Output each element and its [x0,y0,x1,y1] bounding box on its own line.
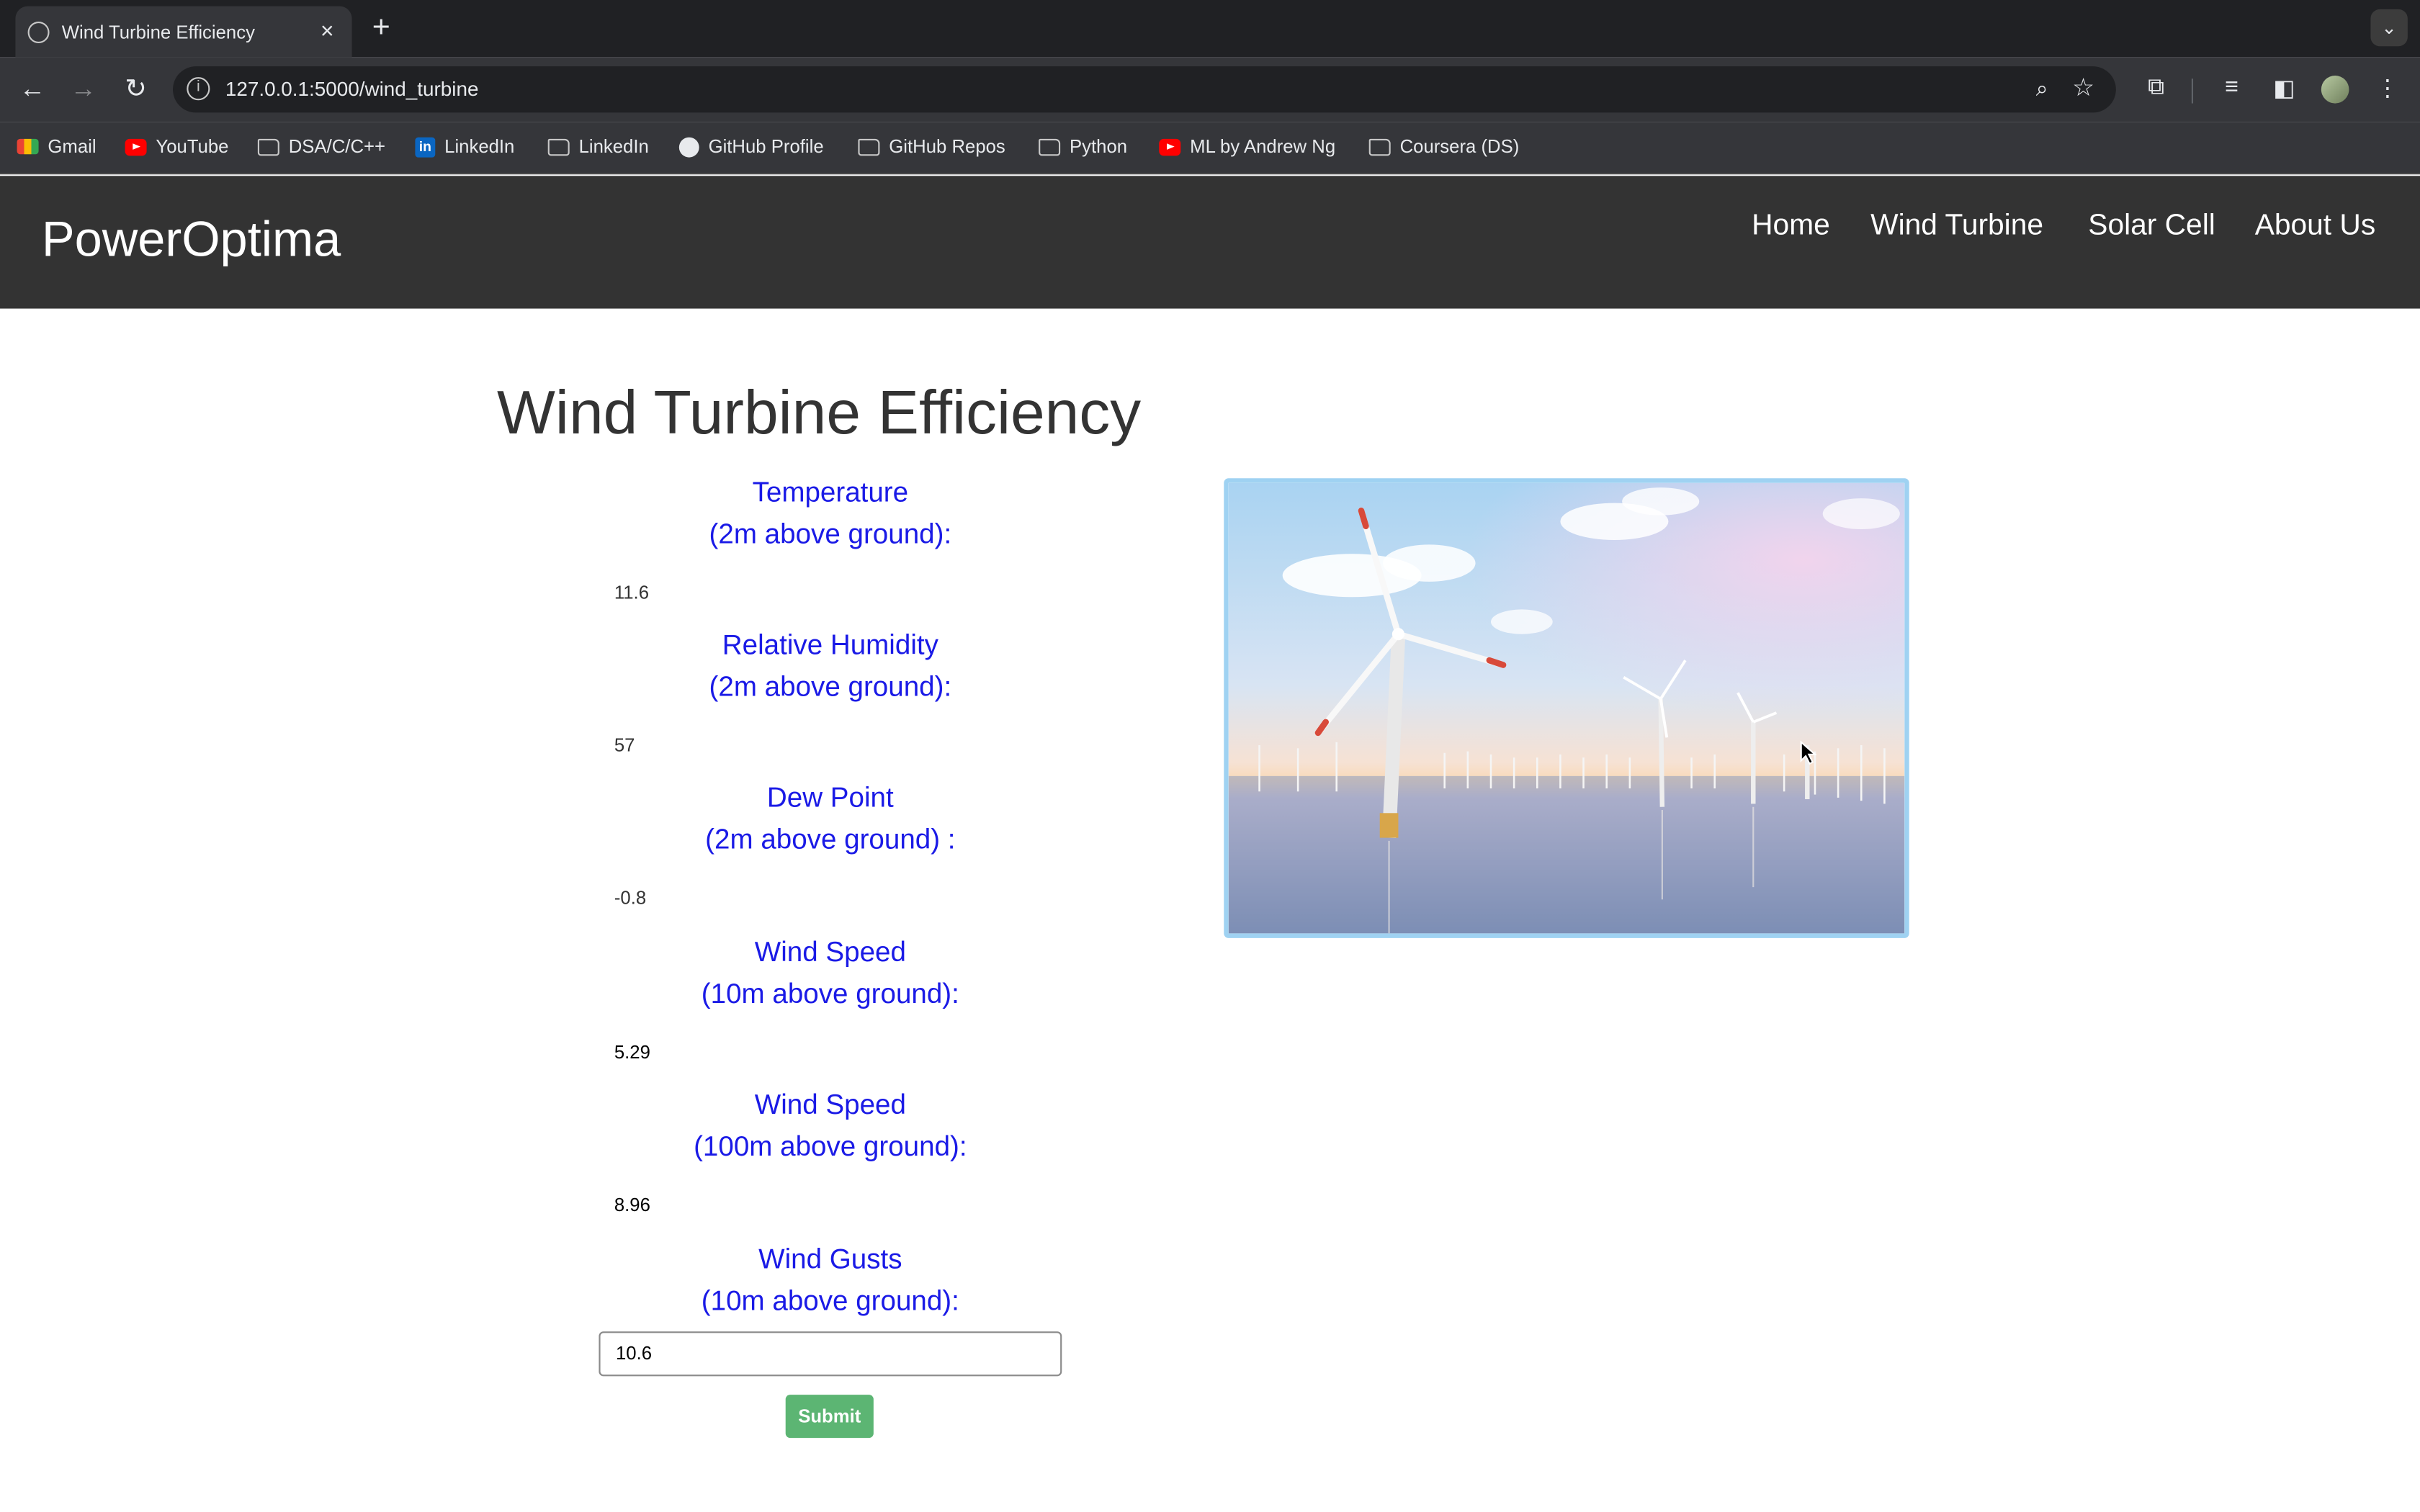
tab-title: Wind Turbine Efficiency [61,20,255,42]
side-panel-icon[interactable]: ◧ [2269,74,2300,102]
browser-tab[interactable]: Wind Turbine Efficiency × [15,6,352,58]
dew-point-input[interactable]: -0.8 [599,883,1062,914]
bookmark-ml-andrew-ng[interactable]: ML by Andrew Ng [1159,136,1335,158]
page-title: Wind Turbine Efficiency [497,379,1142,448]
forward-arrow-icon[interactable]: → [68,74,99,105]
bookmarks-bar: Gmail YouTube DSA/C/C++ in LinkedIn Linke… [0,122,2420,175]
temperature-input[interactable]: 11.6 [599,577,1062,608]
bookmark-youtube[interactable]: YouTube [125,136,228,158]
address-bar[interactable]: i 127.0.0.1:5000/wind_turbine ⌕ ☆ [173,66,2116,113]
menu-kebab-icon[interactable]: ⋮ [2372,74,2403,102]
folder-icon [1039,138,1061,156]
media-controls-icon[interactable]: ≡ [2216,74,2247,100]
bookmark-github-repos[interactable]: GitHub Repos [858,136,1005,158]
nav-wind-turbine[interactable]: Wind Turbine [1870,210,2043,243]
new-tab-button[interactable]: + [366,12,397,43]
wind-gusts-input[interactable]: 10.6 [599,1331,1062,1377]
dew-point-field: Dew Point (2m above ground) : -0.8 [599,778,1062,914]
nav-about-us[interactable]: About Us [2255,210,2375,243]
zoom-icon[interactable]: ⌕ [2036,76,2048,102]
tab-close-icon[interactable]: × [315,19,339,45]
bookmark-python[interactable]: Python [1039,136,1127,158]
folder-icon [858,138,880,156]
field-label: Dew Point (2m above ground) : [705,782,956,855]
youtube-icon [1159,138,1181,156]
globe-icon [27,20,50,42]
bookmark-star-icon[interactable]: ☆ [2072,73,2094,104]
relative-humidity-field: Relative Humidity (2m above ground): 57 [599,625,1062,761]
reload-icon[interactable]: ↻ [120,74,151,105]
site-info-icon[interactable]: i [187,77,210,101]
wind-gusts-field: Wind Gusts (10m above ground): 10.6 [599,1239,1062,1377]
profile-avatar[interactable] [2321,76,2349,104]
wind-speed-10m-field: Wind Speed (10m above ground): 5.29 [599,932,1062,1068]
temperature-field: Temperature (2m above ground): 11.6 [599,472,1062,608]
bookmark-github-profile[interactable]: GitHub Profile [678,136,824,158]
toolbar-separator [2191,78,2193,104]
field-label: Relative Humidity (2m above ground): [709,629,952,702]
wind-speed-100m-field: Wind Speed (100m above ground): 8.96 [599,1084,1062,1220]
browser-tab-strip: Wind Turbine Efficiency × + ⌄ [0,0,2420,58]
wind-turbine-photo [1224,478,1909,938]
screen: Wind Turbine Efficiency × + ⌄ ← → ↻ i 12… [0,0,2420,1512]
wind-speed-10m-input[interactable]: 5.29 [599,1037,1062,1068]
field-label: Wind Speed (10m above ground): [701,936,959,1009]
offshore-wind-farm-image [1228,482,1905,934]
linkedin-icon: in [415,136,436,157]
folder-icon [547,138,570,156]
field-label: Wind Gusts (10m above ground): [701,1243,959,1316]
folder-icon [257,138,279,156]
bookmark-linkedin[interactable]: in LinkedIn [415,136,514,158]
tab-search-chevron-icon[interactable]: ⌄ [2370,9,2408,47]
mouse-cursor-icon [1800,740,1817,765]
gmail-icon [17,138,39,155]
field-label: Temperature (2m above ground): [709,477,952,549]
bookmark-linkedin-folder[interactable]: LinkedIn [547,136,649,158]
brand-logo[interactable]: PowerOptima [42,212,341,269]
github-icon [678,136,699,157]
submit-button[interactable]: Submit [785,1395,874,1439]
field-label: Wind Speed (100m above ground): [694,1089,967,1162]
youtube-icon [125,138,147,156]
relative-humidity-input[interactable]: 57 [599,730,1062,761]
bookmark-coursera[interactable]: Coursera (DS) [1368,136,1519,158]
browser-toolbar: ← → ↻ i 127.0.0.1:5000/wind_turbine ⌕ ☆ … [0,57,2420,122]
nav-solar-cell[interactable]: Solar Cell [2088,210,2215,243]
bookmark-gmail[interactable]: Gmail [17,136,97,158]
back-arrow-icon[interactable]: ← [17,74,48,105]
nav-home[interactable]: Home [1752,210,1830,243]
site-header: PowerOptima Home Wind Turbine Solar Cell… [0,176,2420,309]
url-text: 127.0.0.1:5000/wind_turbine [225,77,479,101]
folder-icon [1368,138,1391,156]
extensions-puzzle-icon[interactable]: ⧉ [2141,74,2172,100]
bookmark-dsa[interactable]: DSA/C/C++ [257,136,385,158]
wind-speed-100m-input[interactable]: 8.96 [599,1189,1062,1220]
